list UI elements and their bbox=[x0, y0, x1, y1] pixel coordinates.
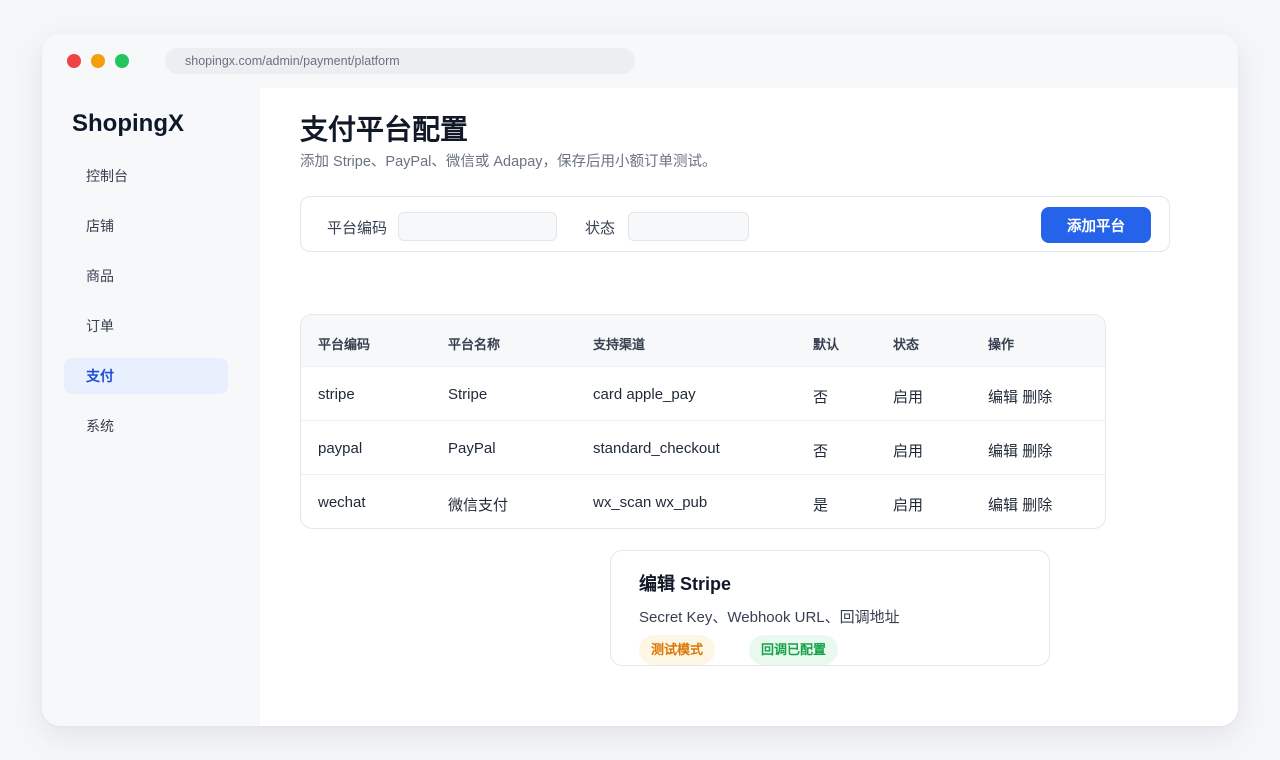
status-input[interactable] bbox=[628, 212, 749, 241]
edit-link[interactable]: 编辑 bbox=[988, 443, 1018, 460]
sidebar-item-dashboard[interactable]: 控制台 bbox=[64, 158, 228, 194]
edit-platform-card: 编辑 Stripe Secret Key、Webhook URL、回调地址 测试… bbox=[610, 550, 1050, 666]
column-header-actions: 操作 bbox=[988, 337, 1015, 352]
edit-link[interactable]: 编辑 bbox=[988, 497, 1018, 514]
card-title: 编辑 Stripe bbox=[639, 574, 732, 594]
platform-code-label: 平台编码 bbox=[327, 220, 388, 237]
main-content: 支付平台配置 添加 Stripe、PayPal、微信或 Adapay，保存后用小… bbox=[260, 88, 1238, 726]
column-header-name: 平台名称 bbox=[448, 337, 501, 352]
table-row: paypal PayPal standard_checkout 否 启用 编辑 … bbox=[301, 421, 1105, 475]
cell-code: stripe bbox=[318, 386, 355, 403]
cell-status: 启用 bbox=[893, 389, 924, 406]
cell-channels: card apple_pay bbox=[593, 386, 696, 403]
cell-actions: 编辑 删除 bbox=[988, 386, 1052, 407]
callback-configured-badge: 回调已配置 bbox=[749, 635, 839, 665]
table-row: stripe Stripe card apple_pay 否 启用 编辑 删除 bbox=[301, 367, 1105, 421]
cell-actions: 编辑 删除 bbox=[988, 440, 1052, 461]
cell-status: 启用 bbox=[893, 497, 924, 514]
address-bar[interactable]: shopingx.com/admin/payment/platform bbox=[165, 48, 635, 74]
browser-window: shopingx.com/admin/payment/platform Shop… bbox=[42, 34, 1238, 726]
column-header-code: 平台编码 bbox=[318, 337, 371, 352]
sidebar-item-products[interactable]: 商品 bbox=[64, 258, 228, 294]
status-label: 状态 bbox=[585, 220, 616, 237]
close-window-button[interactable] bbox=[67, 54, 81, 68]
delete-link[interactable]: 删除 bbox=[1022, 443, 1052, 460]
cell-actions: 编辑 删除 bbox=[988, 494, 1052, 515]
brand-logo: ShopingX bbox=[72, 110, 184, 137]
cell-channels: wx_scan wx_pub bbox=[593, 494, 708, 511]
cell-default: 是 bbox=[813, 497, 829, 514]
cell-default: 否 bbox=[813, 443, 829, 460]
platform-table: 平台编码 平台名称 支持渠道 默认 状态 操作 stripe Stripe ca… bbox=[300, 314, 1106, 529]
page-title: 支付平台配置 bbox=[300, 114, 469, 145]
sidebar-item-system[interactable]: 系统 bbox=[64, 408, 228, 444]
test-mode-badge: 测试模式 bbox=[639, 635, 716, 665]
platform-code-input[interactable] bbox=[398, 212, 557, 241]
delete-link[interactable]: 删除 bbox=[1022, 497, 1052, 514]
sidebar-item-orders[interactable]: 订单 bbox=[64, 308, 228, 344]
edit-link[interactable]: 编辑 bbox=[988, 389, 1018, 406]
delete-link[interactable]: 删除 bbox=[1022, 389, 1052, 406]
title-bar: shopingx.com/admin/payment/platform bbox=[42, 34, 1238, 88]
table-header: 平台编码 平台名称 支持渠道 默认 状态 操作 bbox=[301, 315, 1105, 367]
column-header-channels: 支持渠道 bbox=[593, 337, 646, 352]
sidebar-item-payment[interactable]: 支付 bbox=[64, 358, 228, 394]
cell-status: 启用 bbox=[893, 443, 924, 460]
cell-channels: standard_checkout bbox=[593, 440, 720, 457]
filter-bar: 平台编码 状态 添加平台 bbox=[300, 196, 1170, 252]
sidebar: ShopingX 控制台 店铺 商品 订单 支付 系统 bbox=[42, 88, 260, 726]
minimize-window-button[interactable] bbox=[91, 54, 105, 68]
cell-name: 微信支付 bbox=[448, 497, 509, 514]
sidebar-item-stores[interactable]: 店铺 bbox=[64, 208, 228, 244]
page-subtitle: 添加 Stripe、PayPal、微信或 Adapay，保存后用小额订单测试。 bbox=[300, 154, 717, 170]
cell-default: 否 bbox=[813, 389, 829, 406]
maximize-window-button[interactable] bbox=[115, 54, 129, 68]
card-description: Secret Key、Webhook URL、回调地址 bbox=[639, 609, 900, 626]
cell-code: paypal bbox=[318, 440, 363, 457]
table-row: wechat 微信支付 wx_scan wx_pub 是 启用 编辑 删除 bbox=[301, 475, 1105, 528]
cell-name: Stripe bbox=[448, 386, 488, 403]
add-platform-button[interactable]: 添加平台 bbox=[1041, 207, 1151, 243]
cell-name: PayPal bbox=[448, 440, 496, 457]
column-header-status: 状态 bbox=[893, 337, 920, 352]
column-header-default: 默认 bbox=[813, 337, 840, 352]
cell-code: wechat bbox=[318, 494, 366, 511]
